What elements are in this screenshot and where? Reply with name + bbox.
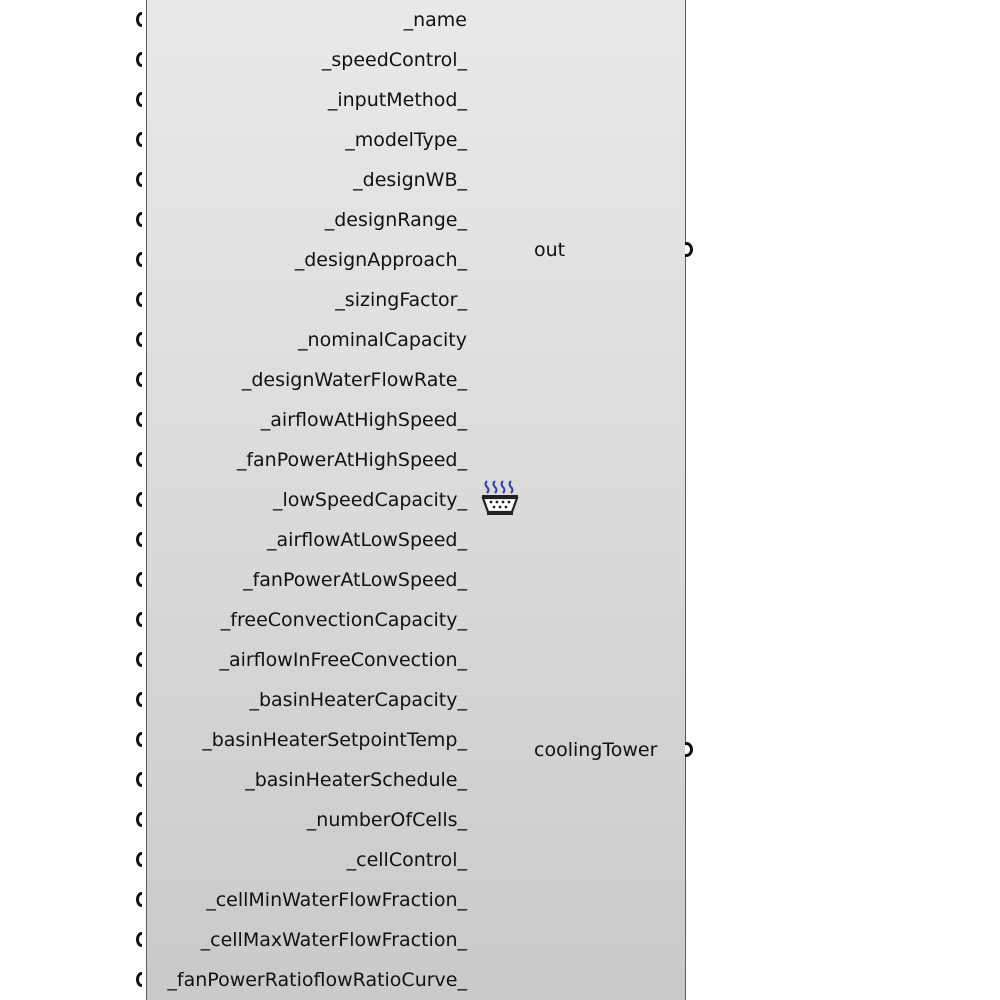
input-param-label: _basinHeaterSetpointTemp_: [202, 729, 467, 751]
input-param-label: _nominalCapacity: [298, 329, 467, 351]
input-param-row[interactable]: _numberOfCells_: [0, 800, 480, 840]
input-param-row[interactable]: _fanPowerRatioflowRatioCurve_: [0, 960, 480, 1000]
input-param-label: _modelType_: [345, 129, 467, 151]
input-param-label: _freeConvectionCapacity_: [220, 609, 467, 631]
input-grip[interactable]: [136, 452, 142, 467]
input-param-label: _designApproach_: [294, 249, 467, 271]
input-param-row[interactable]: _designApproach_: [0, 240, 480, 280]
input-param-label: _cellMaxWaterFlowFraction_: [200, 929, 467, 951]
input-param-row[interactable]: _cellMinWaterFlowFraction_: [0, 880, 480, 920]
input-grip[interactable]: [136, 572, 142, 587]
input-grip[interactable]: [136, 812, 142, 827]
input-param-row[interactable]: _airflowAtHighSpeed_: [0, 400, 480, 440]
input-param-row[interactable]: _cellControl_: [0, 840, 480, 880]
input-param-label: _fanPowerAtLowSpeed_: [243, 569, 467, 591]
input-param-label: _cellMinWaterFlowFraction_: [206, 889, 467, 911]
output-cooling-tower[interactable]: coolingTower: [520, 730, 720, 770]
input-grip[interactable]: [136, 772, 142, 787]
input-param-label: _inputMethod_: [327, 89, 467, 111]
input-param-row[interactable]: _basinHeaterSetpointTemp_: [0, 720, 480, 760]
input-param-label: _fanPowerAtHighSpeed_: [236, 449, 467, 471]
input-param-label: _designWB_: [353, 169, 467, 191]
input-grip[interactable]: [136, 532, 142, 547]
input-param-label: _speedControl_: [321, 49, 467, 71]
output-out[interactable]: out: [520, 230, 720, 270]
input-param-row[interactable]: _name: [0, 0, 480, 40]
output-cooling-tower-label: coolingTower: [534, 739, 658, 761]
input-param-row[interactable]: _basinHeaterSchedule_: [0, 760, 480, 800]
input-grip[interactable]: [136, 692, 142, 707]
input-param-row[interactable]: _lowSpeedCapacity_: [0, 480, 480, 520]
input-grip[interactable]: [136, 892, 142, 907]
input-grip[interactable]: [136, 12, 142, 27]
input-param-label: _name: [403, 9, 467, 31]
input-param-label: _sizingFactor_: [335, 289, 467, 311]
input-grip[interactable]: [136, 132, 142, 147]
input-param-row[interactable]: _sizingFactor_: [0, 280, 480, 320]
input-param-row[interactable]: _designWaterFlowRate_: [0, 360, 480, 400]
input-grip[interactable]: [136, 252, 142, 267]
input-grip[interactable]: [136, 652, 142, 667]
input-grip[interactable]: [136, 972, 142, 987]
input-grip[interactable]: [136, 492, 142, 507]
input-param-label: _airflowAtHighSpeed_: [260, 409, 467, 431]
input-grip[interactable]: [136, 372, 142, 387]
input-param-row[interactable]: _cellMaxWaterFlowFraction_: [0, 920, 480, 960]
input-grip[interactable]: [136, 172, 142, 187]
input-grip[interactable]: [136, 732, 142, 747]
input-param-row[interactable]: _designRange_: [0, 200, 480, 240]
input-param-label: _cellControl_: [346, 849, 467, 871]
cooling-tower-icon: [481, 480, 519, 515]
input-param-row[interactable]: _modelType_: [0, 120, 480, 160]
input-param-label: _designWaterFlowRate_: [241, 369, 467, 391]
input-grip[interactable]: [136, 92, 142, 107]
input-param-row[interactable]: _inputMethod_: [0, 80, 480, 120]
input-grip[interactable]: [136, 292, 142, 307]
input-param-label: _numberOfCells_: [306, 809, 467, 831]
input-param-row[interactable]: _airflowInFreeConvection_: [0, 640, 480, 680]
input-grip[interactable]: [136, 612, 142, 627]
input-grip[interactable]: [136, 52, 142, 67]
input-param-row[interactable]: _fanPowerAtLowSpeed_: [0, 560, 480, 600]
input-param-row[interactable]: _basinHeaterCapacity_: [0, 680, 480, 720]
input-param-row[interactable]: _airflowAtLowSpeed_: [0, 520, 480, 560]
input-grip[interactable]: [136, 932, 142, 947]
output-out-label: out: [534, 239, 566, 261]
grasshopper-canvas[interactable]: _name _speedControl_ _inputMethod_ _modelTy…: [0, 0, 1000, 1000]
input-param-label: _lowSpeedCapacity_: [272, 489, 467, 511]
input-grip[interactable]: [136, 852, 142, 867]
input-param-row[interactable]: _freeConvectionCapacity_: [0, 600, 480, 640]
input-param-label: _airflowInFreeConvection_: [219, 649, 467, 671]
input-grip[interactable]: [136, 212, 142, 227]
output-out-grip[interactable]: [685, 242, 693, 257]
input-param-row[interactable]: _designWB_: [0, 160, 480, 200]
output-cooling-tower-grip[interactable]: [685, 742, 693, 757]
input-param-label: _fanPowerRatioflowRatioCurve_: [167, 969, 467, 991]
input-param-label: _airflowAtLowSpeed_: [267, 529, 467, 551]
input-grip[interactable]: [136, 332, 142, 347]
input-grip[interactable]: [136, 412, 142, 427]
input-param-row[interactable]: _speedControl_: [0, 40, 480, 80]
input-param-row[interactable]: _nominalCapacity: [0, 320, 480, 360]
input-param-row[interactable]: _fanPowerAtHighSpeed_: [0, 440, 480, 480]
input-param-label: _basinHeaterCapacity_: [249, 689, 467, 711]
input-param-label: _designRange_: [324, 209, 467, 231]
input-param-label: _basinHeaterSchedule_: [245, 769, 467, 791]
